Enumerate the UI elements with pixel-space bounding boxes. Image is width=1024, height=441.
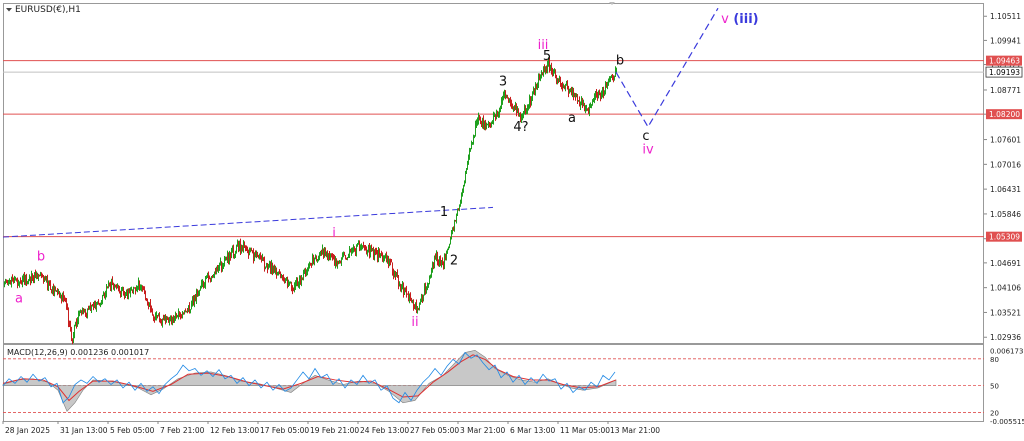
price-tick-label: 1.09941: [990, 36, 1021, 45]
chart-background: [0, 0, 1024, 441]
wave-label: 1: [440, 205, 448, 220]
price-tick-label: 1.07016: [990, 160, 1021, 169]
wave-label: b: [616, 54, 624, 69]
price-tick-label: 1.02936: [990, 333, 1021, 342]
price-tick-label: 1.08771: [990, 86, 1021, 95]
wave-label-circled: (iii): [733, 12, 758, 27]
time-tick-label: 6 Mar 13:00: [510, 426, 556, 435]
price-tick-label: 1.07601: [990, 136, 1021, 145]
eurusd-chart[interactable]: abiii1234?5iiiabcivv (iii) 1.105111.09941…: [0, 0, 1024, 441]
macd-tick-label: 0.006173: [990, 347, 1023, 355]
macd-tick-label: 20: [990, 409, 999, 417]
macd-tick-label: 50: [990, 383, 999, 391]
wave-label: v: [721, 12, 729, 27]
wave-label: 3: [499, 74, 507, 89]
time-tick-label: 12 Feb 13:00: [210, 426, 259, 435]
time-tick-label: 11 Mar 05:00: [560, 426, 610, 435]
time-tick-label: 27 Feb 05:00: [410, 426, 459, 435]
time-tick-label: 17 Feb 05:00: [260, 426, 309, 435]
macd-label: MACD(12,26,9) 0.001236 0.001017: [7, 348, 149, 357]
price-tick-label: 1.10511: [990, 12, 1021, 21]
current-price-label: 1.09193: [989, 68, 1020, 77]
wave-label: ii: [411, 315, 418, 330]
time-tick-label: 3 Mar 21:00: [460, 426, 506, 435]
symbol-label: EURUSD(€),H1: [15, 5, 81, 15]
wave-label: b: [37, 249, 45, 264]
wave-label: i: [332, 226, 336, 241]
price-tick-label: 1.03521: [990, 308, 1021, 317]
price-tick-label: 1.05846: [990, 210, 1021, 219]
level-tag-label: 1.08200: [989, 110, 1020, 119]
level-tag-label: 1.09463: [989, 57, 1020, 66]
time-tick-label: 13 Mar 21:00: [610, 426, 660, 435]
time-tick-label: 7 Feb 21:00: [160, 426, 205, 435]
time-tick-label: 28 Jan 2025: [5, 426, 50, 435]
price-tick-label: 1.04106: [990, 284, 1021, 293]
wave-label: a: [568, 111, 576, 126]
wave-label: 4?: [513, 120, 528, 135]
price-tick-label: 1.04691: [990, 259, 1021, 268]
wave-label: iii: [538, 38, 549, 53]
time-tick-label: 19 Feb 21:00: [310, 426, 359, 435]
macd-tick-label: -0.005515: [990, 418, 1024, 426]
time-tick-label: 31 Jan 13:00: [60, 426, 108, 435]
level-tag-label: 1.05309: [989, 233, 1020, 242]
macd-tick-label: 80: [990, 356, 999, 364]
price-tick-label: 1.06431: [990, 185, 1021, 194]
wave-label: 2: [450, 254, 458, 269]
time-tick-label: 24 Feb 13:00: [360, 426, 409, 435]
time-tick-label: 5 Feb 05:00: [110, 426, 155, 435]
wave-label: a: [15, 292, 23, 307]
wave-label: iv: [642, 143, 654, 158]
